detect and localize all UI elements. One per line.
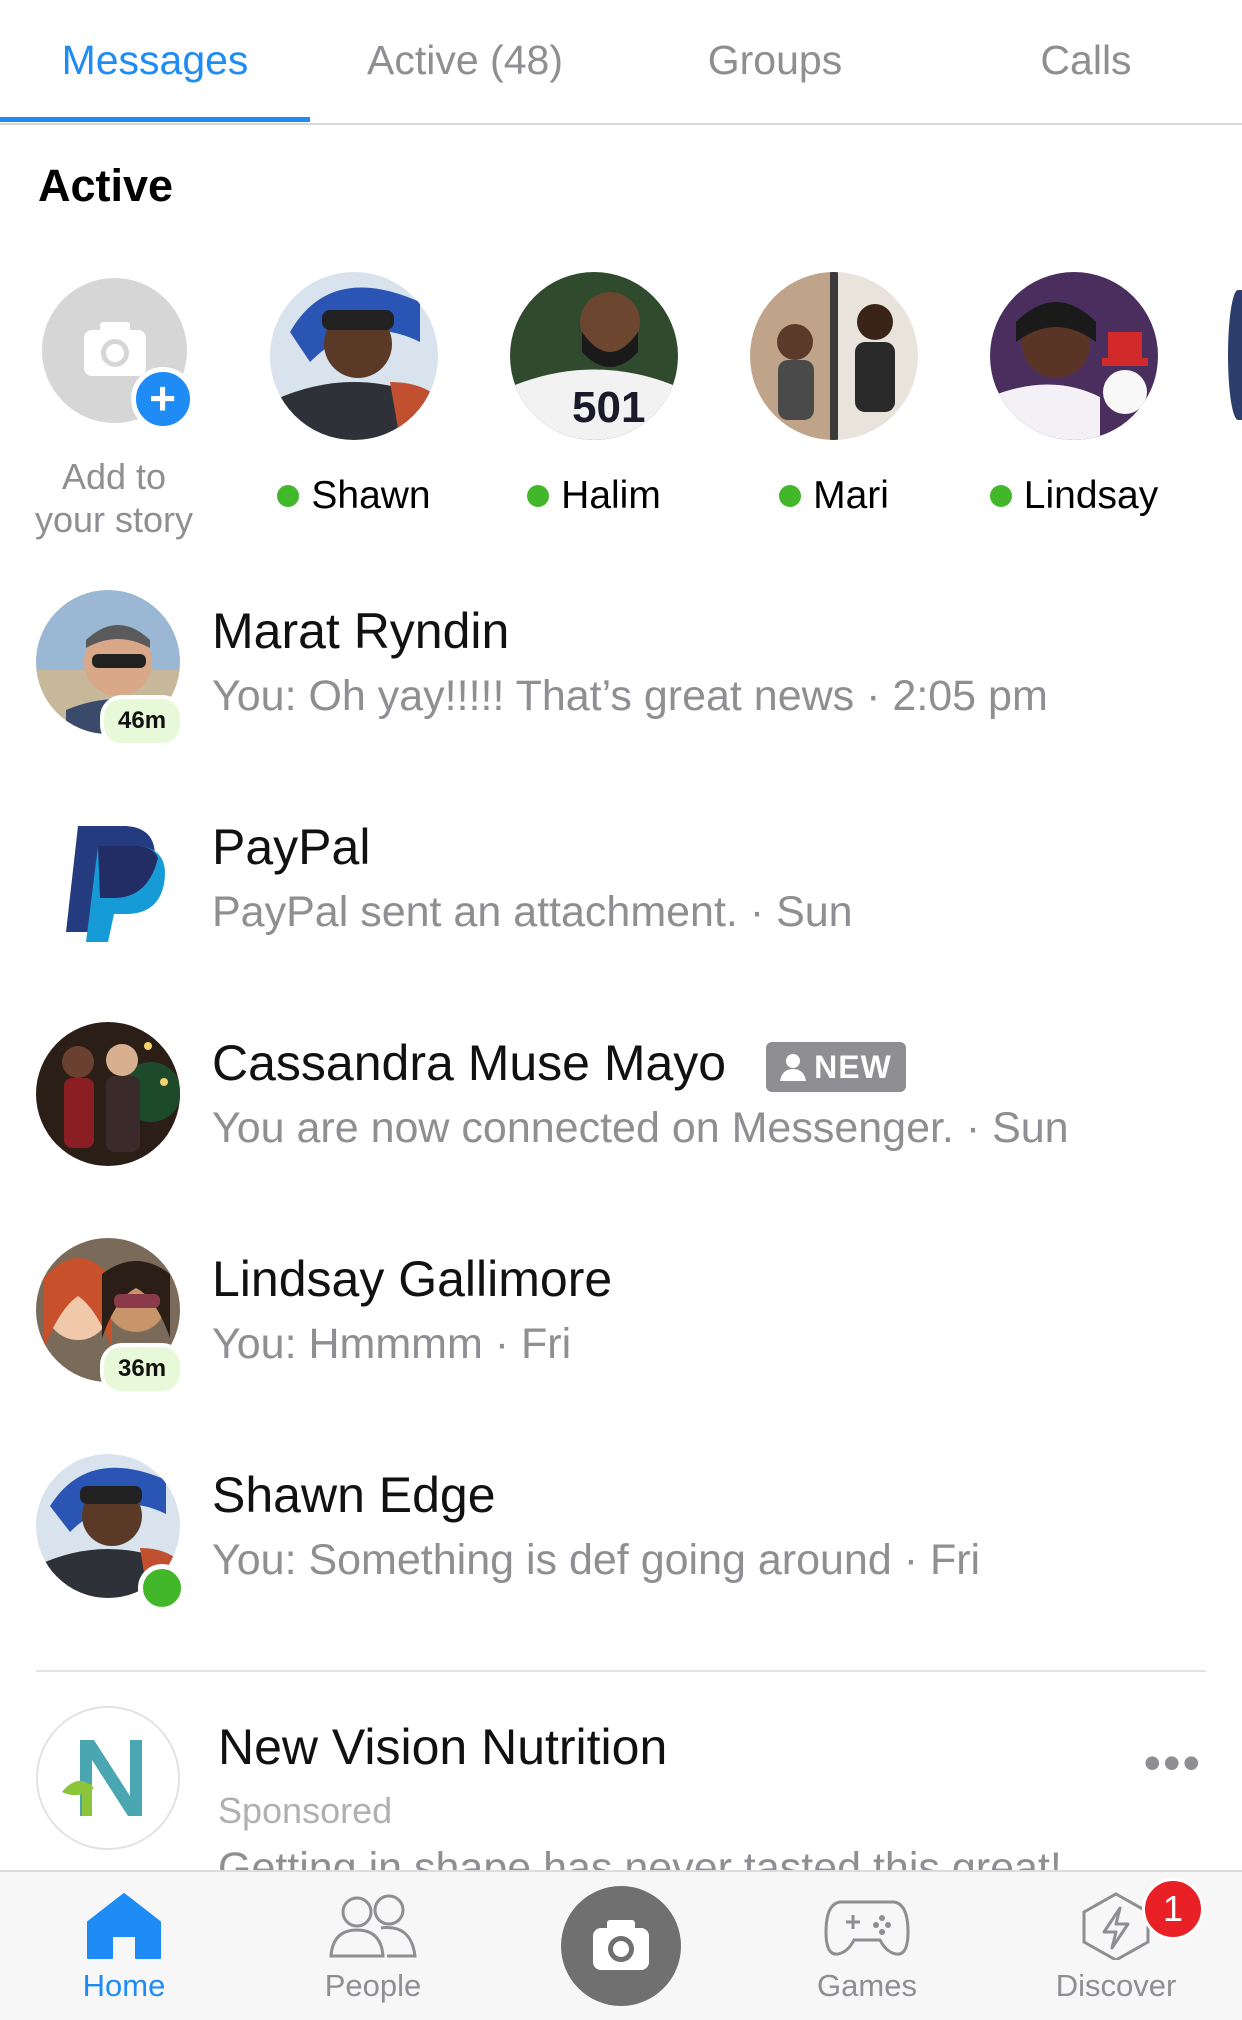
add-story-label-line1: Add to: [61, 456, 167, 497]
active-person-lindsay[interactable]: Lindsay: [974, 272, 1174, 518]
conversation-name: PayPal: [212, 819, 371, 875]
active-person-halim[interactable]: 501 Halim: [494, 272, 694, 518]
conversation-name: Shawn Edge: [212, 1467, 496, 1523]
online-indicator: [277, 485, 300, 507]
tab-games-label: Games: [817, 1968, 917, 2003]
online-indicator: [779, 485, 802, 507]
active-section-heading: Active: [38, 160, 174, 211]
person-icon: [780, 1053, 807, 1081]
online-indicator: [989, 485, 1012, 507]
avatar: [36, 1022, 180, 1166]
active-person-name: Shawn: [311, 474, 431, 517]
paypal-logo: [36, 806, 180, 950]
conversation-preview: You are now connected on Messenger. · Su…: [212, 1104, 1069, 1152]
active-person-shawn[interactable]: Shawn: [254, 272, 454, 518]
sponsored-label: Sponsored: [218, 1790, 393, 1831]
camera-button[interactable]: [561, 1886, 681, 2006]
plus-icon: +: [130, 367, 195, 431]
add-story-button[interactable]: + Add to your story: [14, 272, 214, 541]
active-person-name: Lindsay: [1023, 474, 1159, 517]
active-time-badge: 46m: [100, 695, 185, 747]
conversation-preview: PayPal sent an attachment. · Sun: [212, 888, 853, 936]
tab-home[interactable]: Home: [24, 1892, 224, 2004]
conversation-preview: You: Something is def going around · Fri: [212, 1536, 981, 1584]
new-badge-label: NEW: [814, 1048, 892, 1085]
add-story-label: Add to your story: [14, 455, 214, 541]
svg-text:501: 501: [572, 383, 645, 432]
game-controller-icon: [824, 1900, 910, 1956]
home-icon: [87, 1893, 161, 1959]
conversation-name: Cassandra Muse Mayo NEW: [212, 1034, 906, 1092]
conversation-row[interactable]: 46m Marat Ryndin You: Oh yay!!!!! That’s…: [0, 590, 1242, 770]
tab-people[interactable]: People: [273, 1892, 473, 2004]
new-vision-logo: [36, 1706, 180, 1850]
tab-home-label: Home: [82, 1968, 166, 2003]
conversation-name: Marat Ryndin: [212, 603, 510, 659]
conversation-preview: You: Oh yay!!!!! That’s great news · 2:0…: [212, 672, 1048, 720]
online-indicator: [138, 1564, 186, 1612]
notification-badge: 1: [1142, 1878, 1204, 1940]
avatar: [270, 272, 438, 440]
active-tab-indicator: [0, 117, 310, 122]
conversation-name-text: Cassandra Muse Mayo: [212, 1035, 727, 1091]
avatar: [990, 272, 1158, 440]
add-story-label-line2: your story: [34, 499, 194, 540]
add-story-circle[interactable]: +: [41, 278, 195, 431]
tab-groups[interactable]: Groups: [620, 0, 930, 121]
conversation-preview: You: Hmmmm · Fri: [212, 1320, 572, 1368]
new-connection-badge: NEW: [766, 1041, 906, 1092]
active-time-badge: 36m: [100, 1343, 185, 1395]
tab-messages[interactable]: Messages: [0, 0, 310, 121]
tab-games[interactable]: Games: [767, 1892, 967, 2004]
conversation-row[interactable]: Shawn Edge You: Something is def going a…: [0, 1454, 1242, 1634]
advertiser-name: New Vision Nutrition: [218, 1719, 668, 1775]
conversation-row[interactable]: 36m Lindsay Gallimore You: Hmmmm · Fri: [0, 1238, 1242, 1418]
tab-active[interactable]: Active (48): [310, 0, 620, 121]
active-person-name: Mari: [813, 474, 889, 517]
conversation-name: Lindsay Gallimore: [212, 1251, 613, 1307]
avatar: [750, 272, 918, 440]
sponsored-row[interactable]: New Vision Nutrition Sponsored Getting i…: [0, 1706, 1242, 1892]
camera-icon: [593, 1920, 649, 1970]
avatar: 501: [510, 272, 678, 440]
online-indicator: [527, 485, 550, 507]
people-icon: [329, 1894, 417, 1958]
tab-discover-label: Discover: [1055, 1968, 1177, 2003]
active-person-mari[interactable]: Mari: [734, 272, 934, 518]
avatar[interactable]: [1228, 290, 1242, 420]
more-options-button[interactable]: •••: [1143, 1734, 1202, 1792]
tab-calls[interactable]: Calls: [930, 0, 1242, 121]
tab-people-label: People: [324, 1968, 422, 2003]
conversation-row[interactable]: Cassandra Muse Mayo NEW You are now conne…: [0, 1022, 1242, 1202]
conversation-row[interactable]: PayPal PayPal sent an attachment. · Sun: [0, 806, 1242, 986]
divider: [36, 1670, 1206, 1672]
top-tab-bar: Messages Active (48) Groups Calls: [0, 0, 1242, 125]
active-person-name: Halim: [561, 474, 661, 517]
